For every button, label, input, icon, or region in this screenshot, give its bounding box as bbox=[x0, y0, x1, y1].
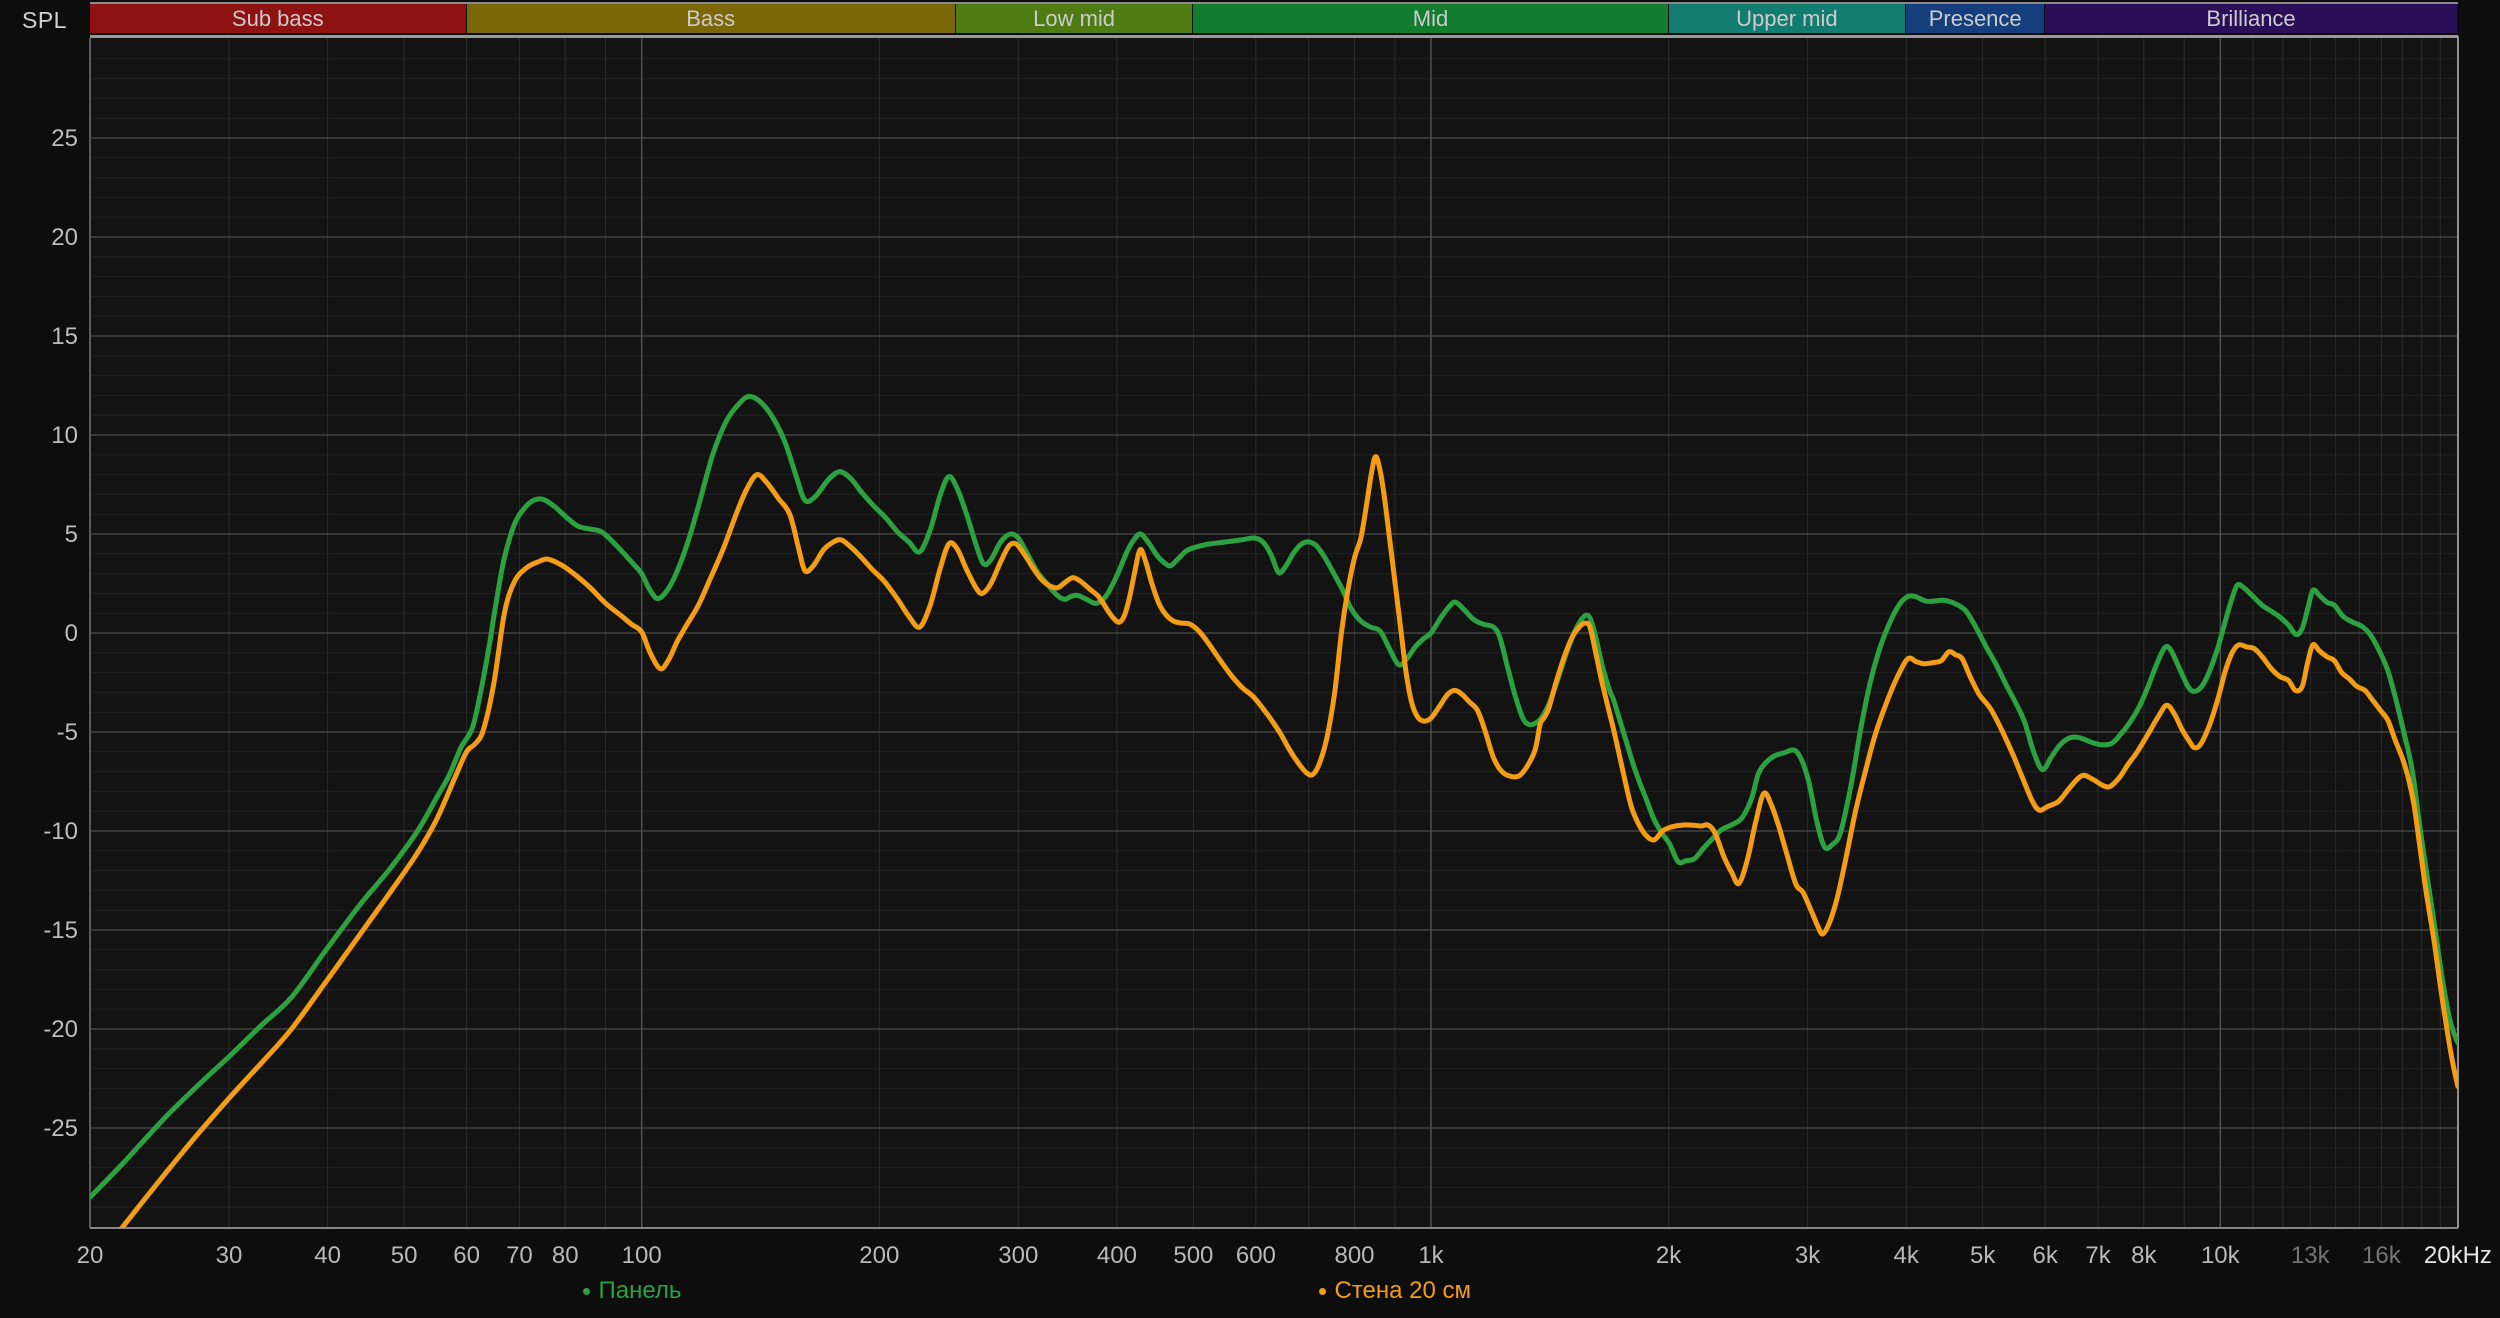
y-tick--20: -20 bbox=[43, 1016, 78, 1043]
y-tick-10: 10 bbox=[51, 422, 78, 449]
x-tick-100: 100 bbox=[622, 1242, 662, 1269]
x-tick-7k: 7k bbox=[2085, 1242, 2111, 1269]
x-tick-13k: 13k bbox=[2291, 1242, 2331, 1269]
x-tick-1k: 1k bbox=[1418, 1242, 1444, 1269]
x-tick-300: 300 bbox=[998, 1242, 1038, 1269]
x-tick-200: 200 bbox=[859, 1242, 899, 1269]
y-tick-0: 0 bbox=[65, 620, 78, 647]
chart-plot-area: 203040506070801002003004005006008001k2k3… bbox=[0, 0, 2500, 1318]
x-tick-50: 50 bbox=[391, 1242, 418, 1269]
x-tick-30: 30 bbox=[216, 1242, 243, 1269]
y-tick--5: -5 bbox=[57, 719, 78, 746]
y-tick--15: -15 bbox=[43, 917, 78, 944]
x-tick-20: 20 bbox=[77, 1242, 104, 1269]
y-tick-25: 25 bbox=[51, 125, 78, 152]
y-tick--10: -10 bbox=[43, 818, 78, 845]
x-tick-16k: 16k bbox=[2362, 1242, 2402, 1269]
x-tick-600: 600 bbox=[1236, 1242, 1276, 1269]
x-tick-80: 80 bbox=[552, 1242, 579, 1269]
y-tick-5: 5 bbox=[65, 521, 78, 548]
x-tick-4k: 4k bbox=[1894, 1242, 1920, 1269]
x-tick-5k: 5k bbox=[1970, 1242, 1996, 1269]
y-tick--25: -25 bbox=[43, 1115, 78, 1142]
legend-label: Стена 20 см bbox=[1335, 1277, 1472, 1305]
legend-marker-icon bbox=[1319, 1288, 1326, 1295]
x-tick-40: 40 bbox=[314, 1242, 341, 1269]
legend-item: Стена 20 см bbox=[1319, 1276, 1472, 1306]
x-tick-10k: 10k bbox=[2201, 1242, 2241, 1269]
x-tick-70: 70 bbox=[506, 1242, 533, 1269]
x-tick-60: 60 bbox=[453, 1242, 480, 1269]
y-tick-20: 20 bbox=[51, 224, 78, 251]
x-tick-800: 800 bbox=[1334, 1242, 1374, 1269]
x-tick-400: 400 bbox=[1097, 1242, 1137, 1269]
x-tick-500: 500 bbox=[1173, 1242, 1213, 1269]
x-tick-6k: 6k bbox=[2033, 1242, 2059, 1269]
chart-legend: Панель Стена 20 см bbox=[0, 1276, 2500, 1306]
x-tick-20kHz: 20kHz bbox=[2424, 1242, 2492, 1269]
frequency-response-chart: 203040506070801002003004005006008001k2k3… bbox=[0, 0, 2500, 1313]
legend-item: Панель bbox=[583, 1276, 682, 1306]
x-tick-8k: 8k bbox=[2131, 1242, 2157, 1269]
x-tick-3k: 3k bbox=[1795, 1242, 1821, 1269]
x-tick-2k: 2k bbox=[1656, 1242, 1682, 1269]
y-tick-15: 15 bbox=[51, 323, 78, 350]
legend-label: Панель bbox=[599, 1277, 682, 1305]
legend-marker-icon bbox=[583, 1288, 590, 1295]
